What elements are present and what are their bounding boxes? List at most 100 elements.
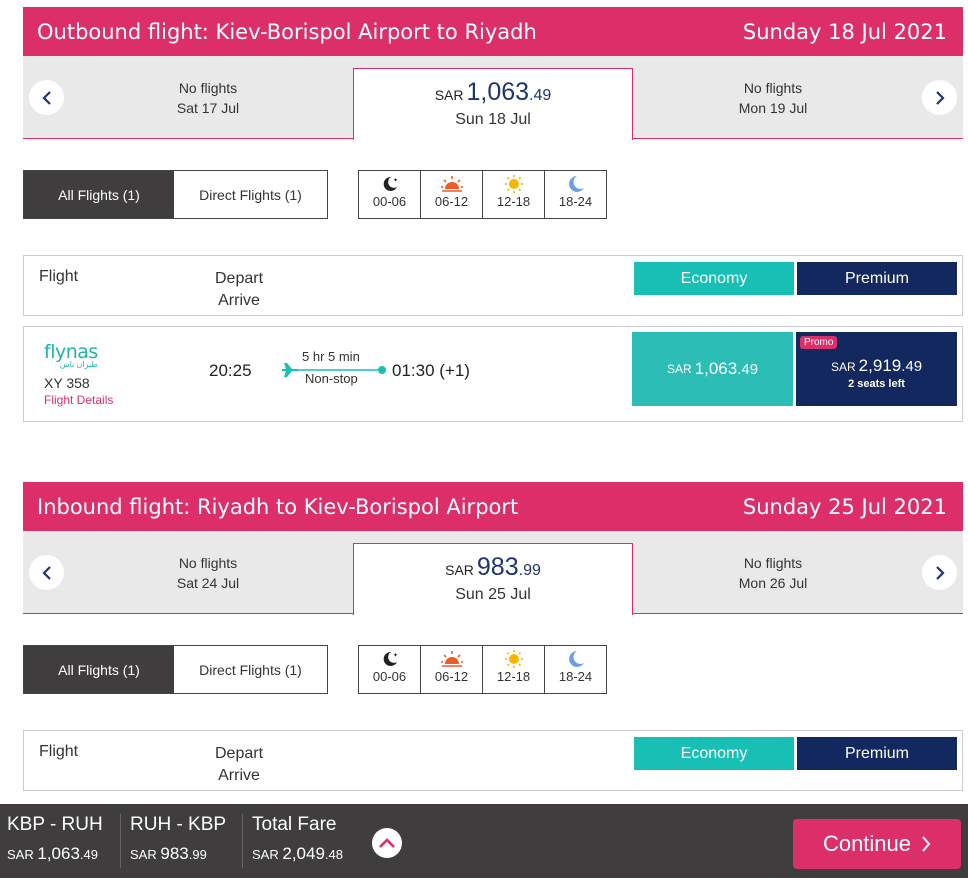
summary-total: Total Fare SAR 2,049.48 — [252, 814, 343, 864]
inbound-filters: All Flights (1) Direct Flights (1) — [23, 645, 328, 694]
prev-day-button[interactable] — [29, 555, 64, 590]
sun-icon — [504, 650, 523, 668]
time-slot-00-06[interactable]: ✦ 00-06 — [359, 646, 421, 693]
premium-class-button[interactable]: Premium — [797, 737, 957, 770]
crescent-moon-icon — [568, 176, 584, 192]
outbound-filters: All Flights (1) Direct Flights (1) — [23, 170, 328, 219]
flight-type-tabs: All Flights (1) Direct Flights (1) — [23, 170, 328, 219]
flight-number: XY 358 — [44, 375, 90, 391]
outbound-section: Outbound flight: Kiev-Borispol Airport t… — [23, 7, 963, 422]
inbound-time-filter: ✦ 00-06 06-12 12-18 18-24 — [358, 645, 607, 694]
next-day-status: No flights — [743, 79, 803, 96]
header-flight: Flight — [39, 743, 79, 760]
prev-day-date: Sat 24 Jul — [176, 574, 240, 591]
inbound-header: Inbound flight: Riyadh to Kiev-Borispol … — [23, 482, 963, 531]
summary-outbound-label: KBP - RUH — [7, 814, 103, 835]
selected-day-price: SAR 1,063.49 — [434, 77, 552, 106]
continue-label: Continue — [822, 831, 912, 856]
time-slot-06-12[interactable]: 06-12 — [421, 646, 483, 693]
summary-total-label: Total Fare — [252, 814, 337, 835]
summary-inbound-label: RUH - KBP — [130, 814, 227, 835]
time-slot-00-06[interactable]: ✦ 00-06 — [359, 171, 421, 218]
next-day-button[interactable] — [922, 80, 957, 115]
economy-class-button[interactable]: Economy — [634, 262, 794, 295]
summary-inbound: RUH - KBP SAR 983.99 — [130, 814, 226, 864]
chevron-right-icon — [922, 836, 931, 852]
inbound-date-strip: No flights Sat 24 Jul SAR 983.99 Sun 25 J… — [23, 531, 963, 615]
time-slot-12-18[interactable]: 12-18 — [483, 646, 545, 693]
header-depart-arrive: Depart Arrive — [214, 270, 264, 309]
inbound-prev-day[interactable]: No flights Sat 24 Jul — [63, 531, 353, 614]
header-flight: Flight — [39, 268, 79, 285]
economy-fare-button[interactable]: SAR 1,063.49 — [632, 332, 793, 406]
premium-fare-button[interactable]: Promo SAR 2,919.49 2 seats left — [796, 332, 957, 406]
inbound-table-header: Flight Depart Arrive Economy Premium — [23, 730, 963, 791]
time-slot-06-12[interactable]: 06-12 — [421, 171, 483, 218]
seats-left: 2 seats left — [848, 378, 905, 390]
airline-logo: flynas طيران ناس — [44, 341, 98, 369]
moon-star-icon: ✦ — [383, 651, 398, 666]
inbound-section: Inbound flight: Riyadh to Kiev-Borispol … — [23, 482, 963, 791]
svg-text:✦: ✦ — [393, 652, 398, 659]
flight-type-tabs: All Flights (1) Direct Flights (1) — [23, 645, 328, 694]
time-slot-18-24[interactable]: 18-24 — [545, 171, 606, 218]
outbound-time-filter: ✦ 00-06 06-12 12-18 18-24 — [358, 170, 607, 219]
prev-day-date: Sat 17 Jul — [176, 99, 240, 116]
inbound-title: Inbound flight: Riyadh to Kiev-Borispol … — [37, 494, 519, 519]
sunrise-icon — [440, 176, 463, 192]
prev-day-button[interactable] — [29, 80, 64, 115]
outbound-selected-day[interactable]: SAR 1,063.49 Sun 18 Jul — [353, 68, 633, 140]
expand-summary-button[interactable] — [372, 828, 402, 858]
prev-day-status: No flights — [178, 554, 238, 571]
economy-class-button[interactable]: Economy — [634, 737, 794, 770]
inbound-date: Sunday 25 Jul 2021 — [742, 494, 947, 519]
flight-details-link[interactable]: Flight Details — [44, 393, 113, 407]
outbound-date-strip: No flights Sat 17 Jul SAR 1,063.49 Sun 18… — [23, 56, 963, 140]
prev-day-status: No flights — [178, 79, 238, 96]
flight-duration: 5 hr 5 min — [302, 349, 360, 364]
next-day-status: No flights — [743, 554, 803, 571]
outbound-table-header: Flight Depart Arrive Economy Premium — [23, 255, 963, 316]
next-day-date: Mon 19 Jul — [738, 99, 808, 116]
selected-day-price: SAR 983.99 — [445, 552, 541, 581]
inbound-selected-day[interactable]: SAR 983.99 Sun 25 Jul — [353, 543, 633, 615]
tab-all-flights[interactable]: All Flights (1) — [24, 171, 174, 218]
tab-direct-flights[interactable]: Direct Flights (1) — [174, 646, 327, 693]
chevron-up-icon — [379, 838, 395, 848]
outbound-date: Sunday 18 Jul 2021 — [742, 19, 947, 44]
outbound-header: Outbound flight: Kiev-Borispol Airport t… — [23, 7, 963, 56]
tab-all-flights[interactable]: All Flights (1) — [24, 646, 174, 693]
tab-direct-flights[interactable]: Direct Flights (1) — [174, 171, 327, 218]
arrive-time: 01:30 (+1) — [392, 361, 470, 380]
outbound-next-day[interactable]: No flights Mon 19 Jul — [633, 56, 913, 139]
summary-inbound-price: SAR 983.99 — [130, 844, 207, 863]
sunrise-icon — [440, 651, 463, 667]
summary-total-price: SAR 2,049.48 — [252, 844, 343, 863]
next-day-button[interactable] — [922, 555, 957, 590]
flight-stops: Non-stop — [305, 371, 358, 386]
time-slot-18-24[interactable]: 18-24 — [545, 646, 606, 693]
fare-summary-bar: KBP - RUH SAR 1,063.49 RUH - KBP SAR 983… — [0, 804, 968, 878]
summary-divider — [120, 814, 121, 868]
time-slot-12-18[interactable]: 12-18 — [483, 171, 545, 218]
continue-button[interactable]: Continue — [793, 819, 961, 869]
promo-badge: Promo — [800, 336, 838, 349]
chevron-left-icon — [41, 565, 51, 580]
sun-icon — [504, 175, 523, 193]
flight-row: flynas طيران ناس XY 358 Flight Details 2… — [23, 326, 963, 422]
chevron-left-icon — [41, 90, 51, 105]
premium-class-button[interactable]: Premium — [797, 262, 957, 295]
selected-day-date: Sun 25 Jul — [455, 585, 531, 603]
svg-text:✦: ✦ — [393, 177, 398, 184]
outbound-title: Outbound flight: Kiev-Borispol Airport t… — [37, 19, 537, 44]
moon-star-icon: ✦ — [383, 176, 398, 191]
summary-outbound-price: SAR 1,063.49 — [7, 844, 98, 863]
chevron-right-icon — [935, 90, 945, 105]
outbound-prev-day[interactable]: No flights Sat 17 Jul — [63, 56, 353, 139]
summary-divider — [242, 814, 243, 868]
inbound-next-day[interactable]: No flights Mon 26 Jul — [633, 531, 913, 614]
header-depart-arrive: Depart Arrive — [214, 745, 264, 784]
selected-day-date: Sun 18 Jul — [455, 110, 531, 128]
summary-outbound: KBP - RUH SAR 1,063.49 — [7, 814, 103, 864]
depart-time: 20:25 — [209, 361, 252, 380]
